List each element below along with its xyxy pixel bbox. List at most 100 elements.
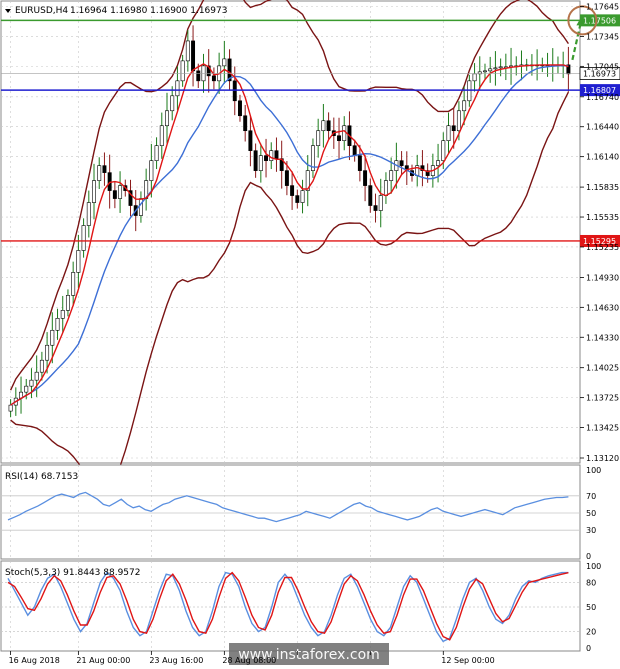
stoch-title: Stoch(5,3,3) 91.8443 88.9572 <box>5 568 140 578</box>
candle-body <box>326 120 331 132</box>
price-tick-label: 1.17345 <box>586 32 619 41</box>
candle-body <box>352 145 357 156</box>
candle-body <box>138 198 143 216</box>
candle-body <box>300 190 305 203</box>
ohlc-readout: 1.16964 1.16980 1.16900 1.16973 <box>70 6 227 16</box>
rsi-title: RSI(14) 68.7153 <box>5 472 78 482</box>
price-tick-label: 1.15835 <box>586 183 619 192</box>
candle-body <box>50 329 55 346</box>
candle-body <box>45 344 50 361</box>
candle-body <box>493 67 498 70</box>
candle-body <box>451 125 456 132</box>
candle-body <box>175 80 180 97</box>
candle-body <box>65 295 70 311</box>
candle-body <box>159 125 164 146</box>
time-tick-label: 28 Aug 08:00 <box>222 656 276 665</box>
stoch-tick-label: 50 <box>586 603 596 612</box>
price-tick-label: 1.17645 <box>586 2 619 11</box>
stoch-panel: 100 80 50 20 0 Stoch(5,3,3) 91.8443 88.9572 <box>0 560 601 653</box>
candle-body <box>373 205 378 211</box>
price-tick-label: 1.15535 <box>586 213 619 222</box>
candle-body <box>436 160 441 166</box>
price-tick-label: 1.16440 <box>586 123 619 132</box>
price-tick-label: 1.14025 <box>586 364 619 373</box>
time-tick-label: 16 Aug 2018 <box>9 656 60 665</box>
candle-body <box>211 75 216 82</box>
rsi-tick-label: 70 <box>586 492 596 501</box>
candle-body <box>118 185 123 199</box>
candle-body <box>24 385 29 393</box>
candle-body <box>60 310 65 319</box>
candle-body <box>316 130 321 146</box>
candle-body <box>8 404 13 412</box>
candle-body <box>86 202 91 226</box>
rsi-tick-label: 100 <box>586 466 601 475</box>
price-panel: 1.175061.168071.152951.16973 1.176451.17… <box>0 0 620 496</box>
candle-body <box>321 120 326 132</box>
candle-body <box>342 125 347 142</box>
time-tick-label: 12 Sep 00:00 <box>441 656 494 665</box>
candle-body <box>149 160 154 181</box>
price-tick-label: 1.14330 <box>586 333 619 342</box>
price-tick-label: 1.13725 <box>586 394 619 403</box>
candle-body <box>196 70 201 82</box>
candle-body <box>274 150 279 159</box>
candle-body <box>165 110 169 127</box>
time-tick-label: 21 Aug 00:00 <box>76 656 130 665</box>
stoch-tick-label: 100 <box>586 562 601 571</box>
candle-body <box>368 185 373 206</box>
time-tick-label: 23 Aug 16:00 <box>149 656 203 665</box>
candle-body <box>472 73 477 82</box>
rsi-tick-label: 50 <box>586 509 596 518</box>
candle-body <box>112 190 117 199</box>
price-tick-label: 1.13425 <box>586 424 619 433</box>
candle-body <box>264 155 269 161</box>
candle-body <box>243 115 248 132</box>
candle-body <box>71 272 76 296</box>
candle-body <box>55 318 60 331</box>
candle-body <box>488 68 493 72</box>
candle-body <box>29 379 34 387</box>
candle-body <box>238 100 242 117</box>
candle-body <box>97 165 102 181</box>
price-tick-label: 1.16140 <box>586 153 619 162</box>
candle-body <box>222 58 227 67</box>
candle-body <box>258 155 263 171</box>
candle-body <box>399 160 404 166</box>
candle-body <box>248 130 253 151</box>
candle-body <box>269 150 274 161</box>
candle-body <box>357 155 362 171</box>
price-tick-label: 1.13120 <box>586 454 619 463</box>
candle-body <box>363 170 368 186</box>
candle-body <box>253 150 258 171</box>
price-tick-label: 1.14930 <box>586 273 619 282</box>
candle-body <box>498 66 503 69</box>
candle-body <box>81 225 86 251</box>
candle-body <box>76 250 81 273</box>
candle-body <box>39 359 44 373</box>
rsi-tick-label: 30 <box>586 526 596 535</box>
candle-body <box>191 40 196 72</box>
candle-body <box>456 110 461 132</box>
candle-body <box>483 70 487 73</box>
chart-stage: 1.175061.168071.152951.16973 1.176451.17… <box>0 0 620 669</box>
candle-body <box>441 140 446 161</box>
rsi-panel: 100 70 50 30 0 RSI(14) 68.7153 <box>0 464 601 561</box>
candle-body <box>462 100 467 112</box>
candle-body <box>92 180 96 203</box>
price-tick-label: 1.17045 <box>586 62 619 71</box>
candle-body <box>446 125 451 142</box>
candle-body <box>180 60 185 82</box>
stoch-tick-label: 20 <box>586 628 596 637</box>
candle-body <box>102 165 107 173</box>
candle-body <box>378 195 383 211</box>
price-tick-label: 1.16740 <box>586 93 619 102</box>
candle-body <box>290 185 295 196</box>
candle-body <box>154 145 159 161</box>
price-tick-label: 1.14630 <box>586 303 619 312</box>
candle-body <box>284 170 289 186</box>
chart-title: EURUSD,H4 <box>15 6 68 16</box>
candle-body <box>170 95 175 112</box>
candle-body <box>337 135 341 142</box>
candle-body <box>389 170 394 181</box>
